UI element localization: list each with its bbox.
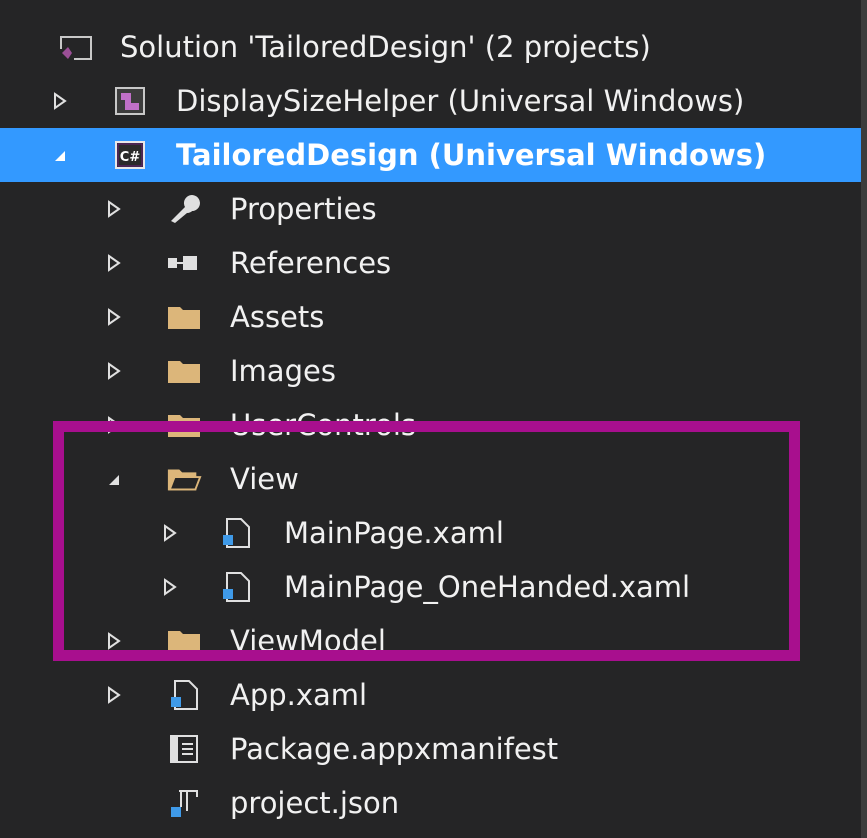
expand-arrow-icon[interactable]: [104, 344, 124, 398]
solution-label: Solution 'TailoredDesign' (2 projects): [120, 30, 651, 64]
solution-icon: [58, 31, 94, 63]
xaml-file-icon: [166, 679, 202, 711]
tree-item-properties[interactable]: Properties: [0, 182, 861, 236]
solution-node[interactable]: Solution 'TailoredDesign' (2 projects): [0, 20, 861, 74]
expand-arrow-icon[interactable]: [50, 74, 70, 128]
expand-arrow-icon[interactable]: [160, 506, 180, 560]
tree-item-app-xaml[interactable]: App.xaml: [0, 668, 861, 722]
tree-item-displaysizehelper[interactable]: DisplaySizeHelper (Universal Windows): [0, 74, 861, 128]
tree-item-viewmodel[interactable]: ViewModel: [0, 614, 861, 668]
tree-item-label: MainPage_OneHanded.xaml: [284, 570, 691, 604]
tree-item-usercontrols[interactable]: UserControls: [0, 398, 861, 452]
expand-arrow-icon[interactable]: [104, 182, 124, 236]
tree-item-project-json[interactable]: project.json: [0, 776, 861, 830]
collapse-arrow-icon[interactable]: [50, 128, 70, 182]
tree-item-tailoreddesign[interactable]: C# TailoredDesign (Universal Windows): [0, 128, 861, 182]
tree-item-assets[interactable]: Assets: [0, 290, 861, 344]
folder-open-icon: [166, 463, 202, 495]
tree-item-label: Assets: [230, 300, 325, 334]
folder-icon: [166, 301, 202, 333]
expand-arrow-icon[interactable]: [104, 668, 124, 722]
project-icon: [112, 85, 148, 117]
tree-item-label: Images: [230, 354, 336, 388]
manifest-icon: [166, 733, 202, 765]
folder-icon: [166, 409, 202, 441]
tree-item-label: App.xaml: [230, 678, 368, 712]
tree-item-label: References: [230, 246, 392, 280]
tree-item-mainpage[interactable]: MainPage.xaml: [0, 506, 861, 560]
tree-item-label: project.json: [230, 786, 400, 820]
solution-explorer: Solution 'TailoredDesign' (2 projects) D…: [0, 0, 867, 838]
xaml-file-icon: [218, 571, 254, 603]
tree-item-references[interactable]: References: [0, 236, 861, 290]
tree-item-package-appxmanifest[interactable]: Package.appxmanifest: [0, 722, 861, 776]
tree-item-label: View: [230, 462, 299, 496]
tree-item-label: DisplaySizeHelper (Universal Windows): [176, 84, 745, 118]
xaml-file-icon: [218, 517, 254, 549]
tree-item-label: TailoredDesign (Universal Windows): [176, 138, 767, 172]
tree-item-label: ViewModel: [230, 624, 386, 658]
folder-icon: [166, 355, 202, 387]
tree-item-label: Package.appxmanifest: [230, 732, 559, 766]
svg-text:C#: C#: [120, 150, 141, 165]
wrench-icon: [166, 193, 202, 225]
collapse-arrow-icon[interactable]: [104, 452, 124, 506]
folder-icon: [166, 625, 202, 657]
json-file-icon: [166, 787, 202, 819]
expand-arrow-icon[interactable]: [160, 560, 180, 614]
tree-item-label: UserControls: [230, 408, 417, 442]
expand-arrow-icon[interactable]: [104, 290, 124, 344]
references-icon: [166, 247, 202, 279]
expand-arrow-icon[interactable]: [104, 398, 124, 452]
tree-item-images[interactable]: Images: [0, 344, 861, 398]
expand-arrow-icon[interactable]: [104, 614, 124, 668]
tree-item-label: MainPage.xaml: [284, 516, 504, 550]
csharp-project-icon: C#: [112, 139, 148, 171]
expand-arrow-icon[interactable]: [104, 236, 124, 290]
tree-item-view[interactable]: View: [0, 452, 861, 506]
tree-item-mainpage-onehanded[interactable]: MainPage_OneHanded.xaml: [0, 560, 861, 614]
tree-item-label: Properties: [230, 192, 377, 226]
